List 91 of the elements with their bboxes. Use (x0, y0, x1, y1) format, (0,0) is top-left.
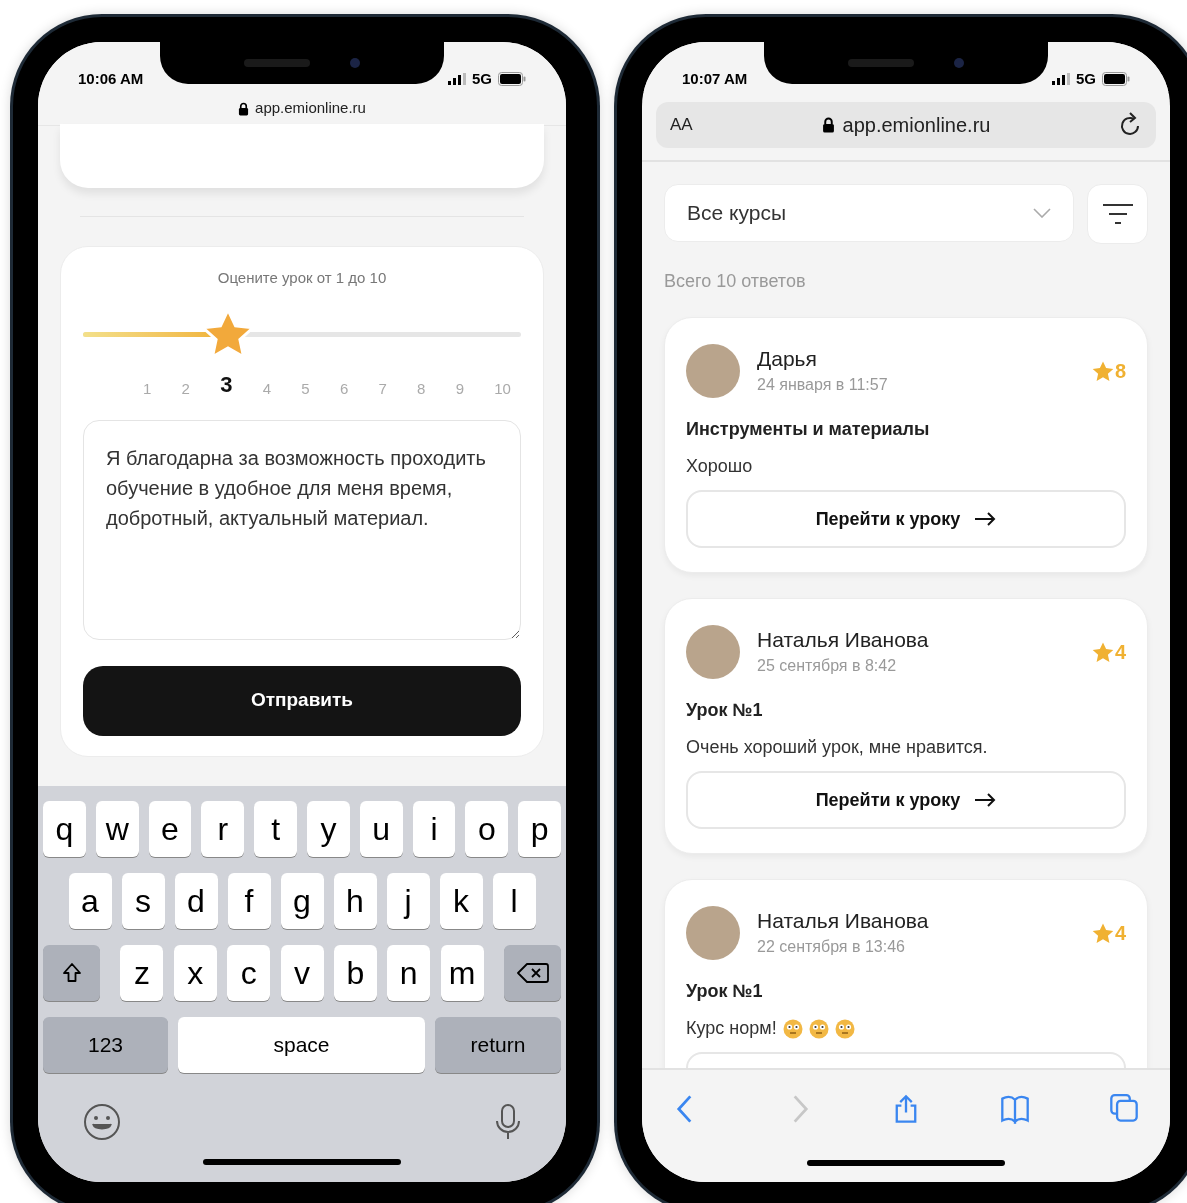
smiley-icon[interactable] (83, 1103, 121, 1141)
key[interactable]: m (440, 945, 484, 1001)
battery-icon (498, 71, 526, 86)
address-url: app.emionline.ru (255, 98, 366, 119)
review-comment: Курс норм! (686, 1017, 777, 1040)
return-key[interactable]: return (435, 1017, 561, 1073)
reviewer-name: Наталья Иванова (757, 908, 930, 934)
key[interactable]: g (280, 873, 324, 929)
key[interactable]: q (43, 801, 86, 857)
rating-value: 4 (1114, 921, 1126, 946)
key[interactable]: u (359, 801, 403, 857)
status-time: 10:06 AM (78, 68, 144, 89)
shift-icon (61, 962, 82, 984)
avatar (686, 625, 740, 679)
numbers-key[interactable]: 123 (43, 1017, 168, 1073)
key[interactable]: y (307, 801, 350, 857)
key[interactable]: x (173, 945, 217, 1001)
reviewer-name: Дарья (757, 346, 818, 372)
key[interactable]: n (387, 945, 431, 1001)
chevron-down-icon (1033, 208, 1051, 218)
key[interactable]: p (518, 801, 561, 857)
dropdown-value: Все курсы (687, 200, 786, 227)
address-url: app.emionline.ru (842, 113, 991, 138)
feedback-field[interactable]: Я благодарна за возможность проходить обучение в удобное для меня время, добротный, актуальный материал. (83, 419, 521, 640)
shift-key[interactable] (43, 945, 100, 1001)
key[interactable]: h (333, 873, 377, 929)
review-comment: Хорошо (686, 455, 753, 478)
key[interactable]: e (148, 801, 192, 857)
lesson-title: Урок №1 (686, 980, 764, 1003)
space-key[interactable]: space (178, 1017, 425, 1073)
signal-icon (1052, 72, 1070, 85)
lock-icon (238, 101, 250, 116)
text-size-button[interactable]: AA (670, 112, 820, 138)
key[interactable]: k (439, 873, 483, 929)
key[interactable]: w (95, 801, 139, 857)
camera-lens (350, 58, 360, 68)
scale-number[interactable]: 3 (220, 373, 233, 396)
key[interactable]: z (120, 945, 164, 1001)
review-date: 24 января в 11:57 (757, 375, 889, 395)
submit-button[interactable]: Отправить (83, 665, 521, 736)
arrow-right-icon (974, 512, 997, 526)
reviewer-name: Наталья Иванова (757, 627, 930, 653)
network-label: 5G (1076, 68, 1096, 89)
key[interactable]: d (174, 873, 218, 929)
key[interactable]: v (280, 945, 324, 1001)
avatar (686, 906, 740, 960)
filter-button[interactable] (1087, 184, 1148, 244)
status-time: 10:07 AM (682, 68, 748, 89)
key[interactable]: s (121, 873, 165, 929)
network-label: 5G (472, 68, 492, 89)
key[interactable]: o (465, 801, 509, 857)
battery-icon (1102, 71, 1130, 86)
course-dropdown[interactable]: Все курсы (664, 184, 1074, 242)
key[interactable]: i (412, 801, 456, 857)
speaker-grille (848, 59, 914, 67)
avatar (686, 344, 740, 398)
lock-icon (821, 117, 835, 133)
bookmarks-icon[interactable] (1001, 1094, 1029, 1124)
key[interactable]: l (492, 873, 536, 929)
key[interactable]: r (201, 801, 245, 857)
tabs-icon[interactable] (1110, 1094, 1138, 1124)
backspace-icon (516, 962, 549, 984)
key[interactable]: b (333, 945, 377, 1001)
lesson-title: Инструменты и материалы (686, 418, 931, 441)
review-date: 22 сентября в 13:46 (757, 937, 906, 957)
face-icon (782, 1018, 803, 1039)
rating-value: 4 (1114, 640, 1126, 665)
key[interactable]: t (254, 801, 297, 857)
speaker-grille (244, 59, 310, 67)
key[interactable]: c (227, 945, 271, 1001)
review-date: 25 сентября в 8:42 (757, 656, 898, 676)
go-to-lesson-button[interactable]: Перейти к уроку (686, 771, 1126, 829)
address-bar[interactable]: AA app.emionline.ru (656, 102, 1156, 148)
rating-value: 8 (1114, 359, 1126, 384)
lesson-title: Урок №1 (686, 699, 764, 722)
rating-prompt: Оцените урок от 1 до 10 (216, 268, 388, 288)
filter-icon (1101, 203, 1134, 225)
reload-icon[interactable] (1118, 112, 1142, 138)
face-icon (808, 1018, 829, 1039)
review-comment: Очень хороший урок, мне нравится. (686, 736, 988, 759)
signal-icon (448, 72, 466, 85)
total-count: Всего 10 ответов (664, 270, 807, 293)
microphone-icon[interactable] (495, 1103, 521, 1141)
key[interactable]: a (68, 873, 112, 929)
go-to-lesson-button[interactable]: Перейти к уроку (686, 490, 1126, 548)
camera-lens (954, 58, 964, 68)
face-icon (834, 1018, 855, 1039)
key[interactable]: f (227, 873, 271, 929)
key[interactable]: j (386, 873, 430, 929)
backspace-key[interactable] (504, 945, 561, 1001)
arrow-right-icon (974, 793, 997, 807)
